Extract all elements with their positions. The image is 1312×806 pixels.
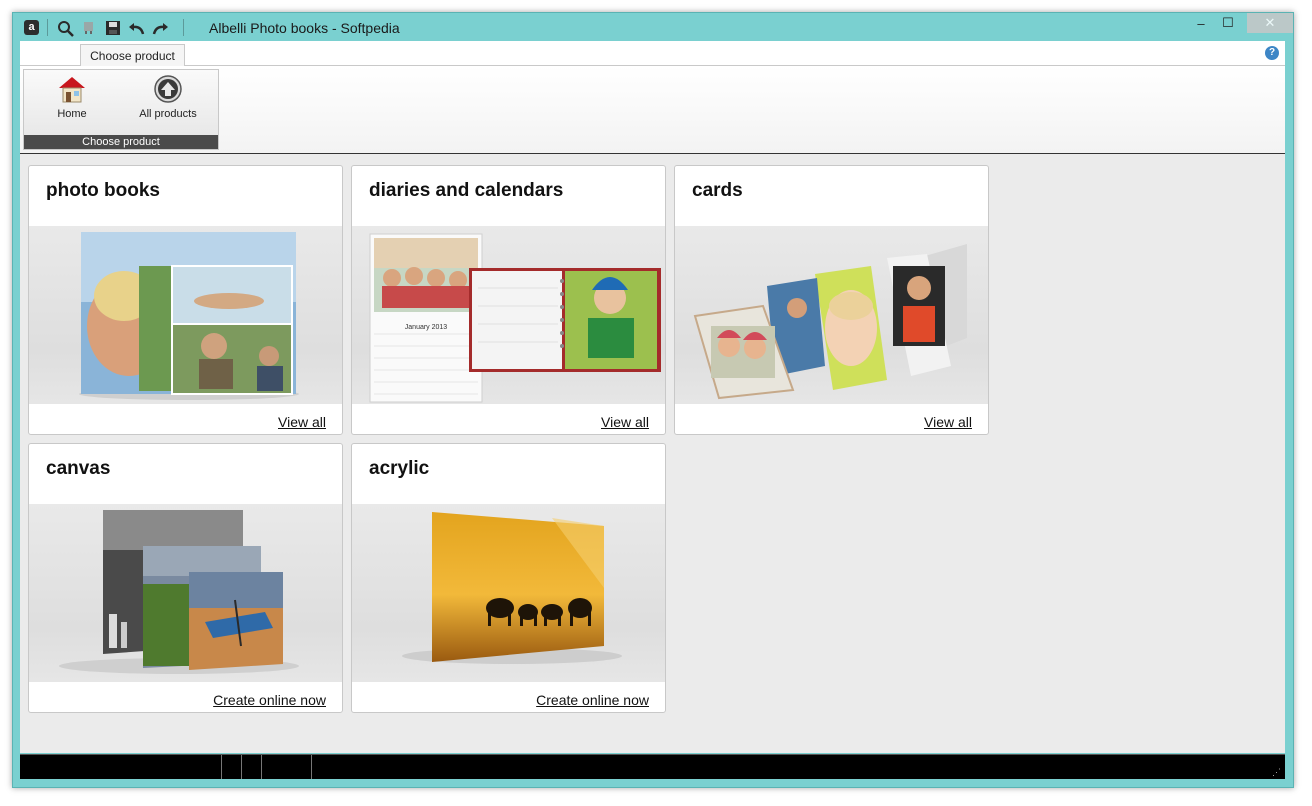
canvas-image	[29, 504, 342, 682]
product-grid: photo books View all diaries and calenda…	[20, 155, 1285, 753]
card-title: photo books	[46, 180, 160, 201]
photo-books-image	[29, 226, 342, 404]
cart-icon[interactable]	[79, 18, 99, 38]
card-title: cards	[692, 180, 743, 201]
home-button[interactable]: Home	[32, 74, 112, 134]
view-all-link[interactable]: View all	[924, 414, 972, 430]
status-divider	[311, 755, 312, 779]
all-products-button[interactable]: All products	[128, 74, 208, 134]
ribbon-tab-strip: Choose product ?	[20, 41, 1285, 67]
product-card-acrylic[interactable]: acrylic Create online now	[351, 443, 666, 713]
separator	[47, 19, 48, 36]
card-title: canvas	[46, 458, 111, 479]
status-divider	[261, 755, 262, 779]
ribbon: Home All products Choose product	[20, 66, 1285, 154]
window-title: Albelli Photo books - Softpedia	[209, 20, 400, 36]
create-online-link[interactable]: Create online now	[536, 692, 649, 708]
card-title: diaries and calendars	[369, 180, 564, 201]
card-title: acrylic	[369, 458, 430, 479]
acrylic-image	[352, 504, 665, 682]
status-divider	[221, 755, 222, 779]
diaries-calendars-image: January 2013	[352, 226, 665, 404]
app-window: a Albelli Photo books - Softpedia – ☐ ✕ …	[12, 12, 1294, 788]
view-all-link[interactable]: View all	[601, 414, 649, 430]
cards-image	[675, 226, 988, 404]
client-area: Choose product ? Home All products Choos…	[20, 41, 1285, 753]
home-icon	[59, 77, 85, 103]
home-button-label: Home	[57, 108, 87, 120]
search-icon[interactable]	[55, 18, 75, 38]
product-card-canvas[interactable]: canvas Create online now	[28, 443, 343, 713]
title-bar: a Albelli Photo books - Softpedia – ☐ ✕	[13, 13, 1293, 42]
close-button[interactable]: ✕	[1247, 13, 1293, 33]
all-products-button-label: All products	[139, 108, 197, 120]
product-card-photo-books[interactable]: photo books View all	[28, 165, 343, 435]
up-arrow-icon	[154, 75, 182, 103]
save-icon[interactable]	[103, 18, 123, 38]
create-online-link[interactable]: Create online now	[213, 692, 326, 708]
undo-icon[interactable]	[127, 18, 147, 38]
tab-choose-product[interactable]: Choose product	[80, 44, 185, 67]
maximize-button[interactable]: ☐	[1216, 13, 1240, 33]
resize-grip-icon[interactable]: ⋰	[1272, 767, 1282, 777]
separator	[183, 19, 184, 36]
product-card-diaries-calendars[interactable]: diaries and calendars January 2013 View …	[351, 165, 666, 435]
view-all-link[interactable]: View all	[278, 414, 326, 430]
app-logo-icon[interactable]: a	[24, 20, 39, 35]
status-divider	[241, 755, 242, 779]
product-card-cards[interactable]: cards View all	[674, 165, 989, 435]
calendar-caption: January 2013	[405, 324, 448, 331]
status-bar: ⋰	[20, 754, 1285, 779]
ribbon-group-choose-product: Home All products Choose product	[23, 69, 219, 150]
ribbon-group-label: Choose product	[24, 135, 218, 149]
minimize-button[interactable]: –	[1189, 13, 1213, 33]
redo-icon[interactable]	[150, 18, 170, 38]
help-icon[interactable]: ?	[1265, 46, 1279, 60]
